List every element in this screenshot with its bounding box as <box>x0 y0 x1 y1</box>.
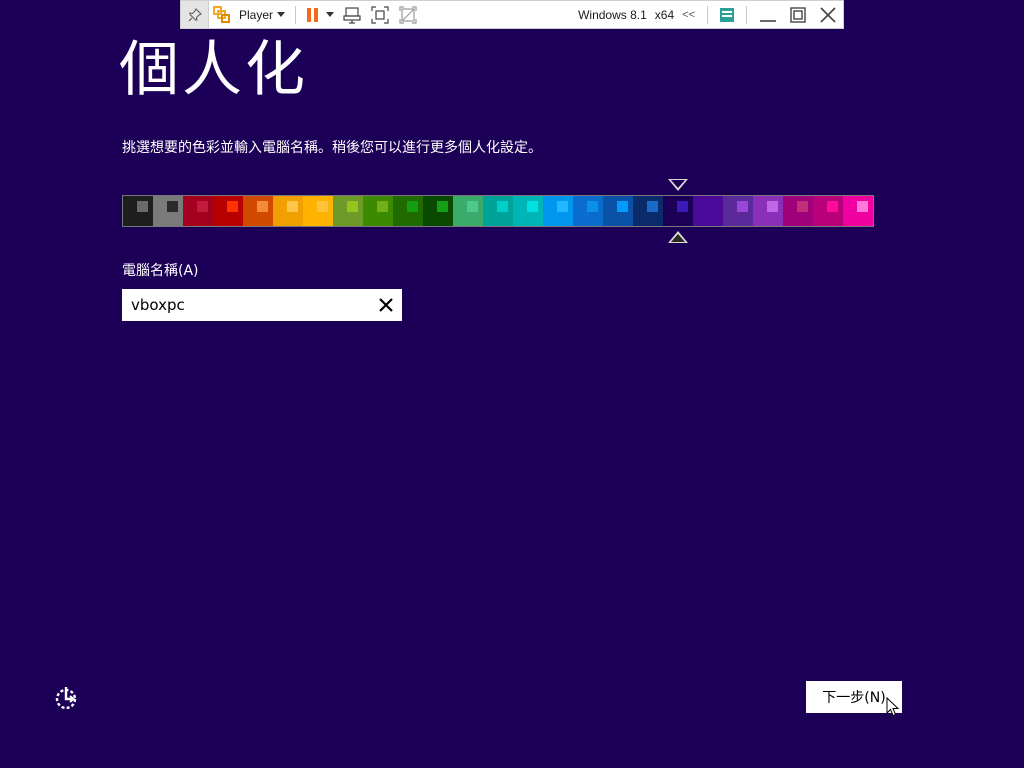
color-swatch[interactable] <box>363 196 393 226</box>
color-swatch[interactable] <box>243 196 273 226</box>
color-swatch-accent <box>437 201 448 212</box>
color-swatch-accent <box>707 201 718 212</box>
clear-input-button[interactable] <box>370 289 402 321</box>
fullscreen-icon[interactable] <box>366 1 394 28</box>
color-swatch-accent <box>677 201 688 212</box>
color-swatch-accent <box>737 201 748 212</box>
color-swatch[interactable] <box>573 196 603 226</box>
color-swatch-accent <box>827 201 838 212</box>
color-picker <box>122 195 874 227</box>
color-swatch[interactable] <box>693 196 723 226</box>
color-swatch-accent <box>557 201 568 212</box>
vm-player-toolbar: Player Windows 8.1 x64 << <box>180 0 844 29</box>
color-swatch-accent <box>317 201 328 212</box>
toolbar-divider <box>295 5 297 24</box>
close-icon <box>379 298 393 312</box>
player-menu-button[interactable]: Player <box>235 1 289 28</box>
toolbar-divider <box>707 5 708 24</box>
color-swatch[interactable] <box>843 196 873 226</box>
restore-icon[interactable] <box>783 1 813 28</box>
color-swatch-accent <box>137 201 148 212</box>
color-swatch[interactable] <box>453 196 483 226</box>
minimize-icon[interactable] <box>753 1 783 28</box>
pc-name-input[interactable] <box>122 290 370 320</box>
color-swatch-accent <box>197 201 208 212</box>
next-button[interactable]: 下一步(N) <box>806 681 902 713</box>
color-swatch-accent <box>497 201 508 212</box>
color-swatch[interactable] <box>333 196 363 226</box>
close-icon[interactable] <box>813 1 843 28</box>
color-swatch[interactable] <box>753 196 783 226</box>
chevron-down-icon <box>277 12 286 17</box>
color-swatch-accent <box>407 201 418 212</box>
color-swatch[interactable] <box>513 196 543 226</box>
page-subtitle: 挑選想要的色彩並輸入電腦名稱。稍後您可以進行更多個人化設定。 <box>122 140 542 156</box>
color-swatch-accent <box>377 201 388 212</box>
color-swatch[interactable] <box>303 196 333 226</box>
color-swatch[interactable] <box>603 196 633 226</box>
color-swatch-accent <box>647 201 658 212</box>
color-swatch[interactable] <box>723 196 753 226</box>
color-swatch-accent <box>257 201 268 212</box>
color-swatch-accent <box>467 201 478 212</box>
color-swatch[interactable] <box>663 196 693 226</box>
pause-dropdown-icon[interactable] <box>322 1 338 28</box>
pc-name-label: 電腦名稱(A) <box>122 263 199 279</box>
color-swatch[interactable] <box>123 196 153 226</box>
color-swatch-accent <box>767 201 778 212</box>
color-swatch-accent <box>617 201 628 212</box>
color-swatch[interactable] <box>813 196 843 226</box>
selection-arrow-down-icon <box>668 179 688 191</box>
color-swatch-accent <box>857 201 868 212</box>
color-swatch[interactable] <box>543 196 573 226</box>
color-swatch-accent <box>797 201 808 212</box>
color-swatch-accent <box>287 201 298 212</box>
ease-of-access-icon <box>55 687 77 710</box>
color-swatch[interactable] <box>633 196 663 226</box>
toolbar-divider <box>746 5 747 24</box>
ease-of-access-button[interactable] <box>52 684 80 712</box>
color-swatch[interactable] <box>783 196 813 226</box>
color-swatch-accent <box>167 201 178 212</box>
vm-name: Windows 8.1 <box>578 7 647 22</box>
color-swatch-accent <box>347 201 358 212</box>
color-swatch[interactable] <box>423 196 453 226</box>
pause-icon[interactable] <box>302 1 322 28</box>
collapse-toolbar-button[interactable]: << <box>678 1 701 28</box>
color-swatch-accent <box>527 201 538 212</box>
send-ctrl-alt-del-icon[interactable] <box>338 1 366 28</box>
page-title: 個人化 <box>119 35 308 105</box>
player-menu-label: Player <box>239 7 274 22</box>
color-swatch-accent <box>227 201 238 212</box>
color-swatch[interactable] <box>393 196 423 226</box>
color-swatch[interactable] <box>153 196 183 226</box>
pc-name-field <box>122 289 402 321</box>
color-swatch[interactable] <box>183 196 213 226</box>
color-swatch[interactable] <box>483 196 513 226</box>
pin-icon[interactable] <box>181 1 209 28</box>
removable-devices-icon[interactable] <box>714 1 740 28</box>
selection-arrow-up-icon <box>668 231 688 243</box>
color-swatch[interactable] <box>273 196 303 226</box>
vmware-logo-icon <box>209 1 235 28</box>
color-swatch-accent <box>587 201 598 212</box>
unity-icon[interactable] <box>394 1 422 28</box>
color-swatch[interactable] <box>213 196 243 226</box>
vm-arch: x64 <box>654 7 675 22</box>
